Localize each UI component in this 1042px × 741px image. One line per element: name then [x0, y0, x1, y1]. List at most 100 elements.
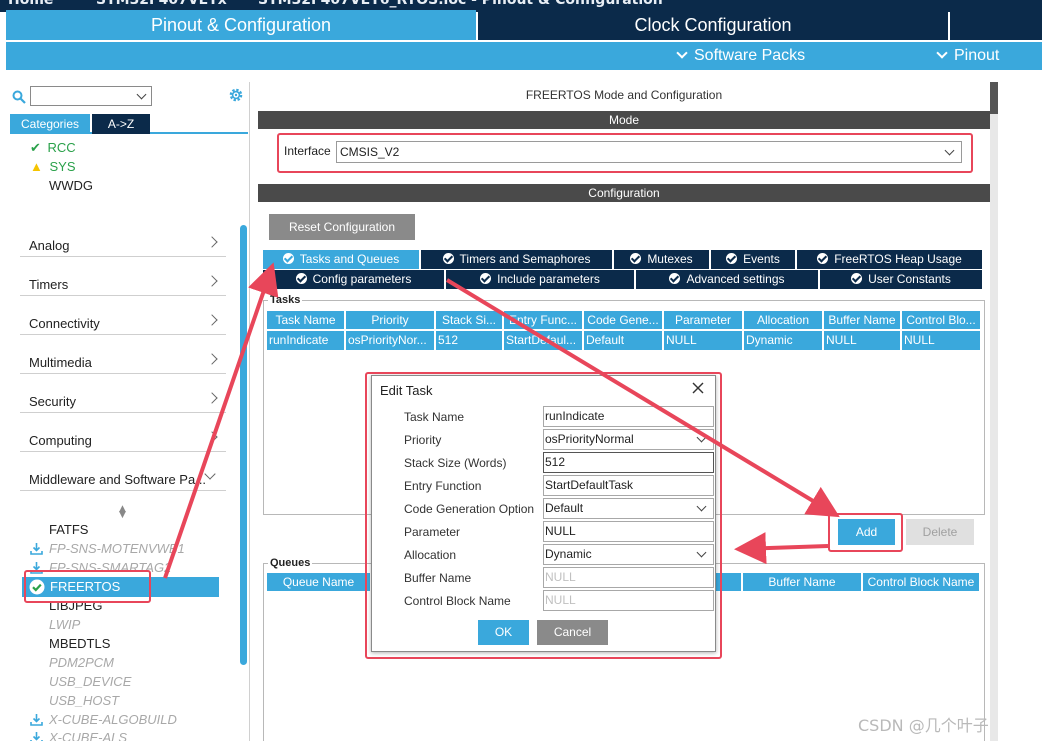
- check-icon: [295, 273, 307, 284]
- column-header[interactable]: Code Gene...: [584, 311, 663, 329]
- table-cell[interactable]: NULL: [902, 331, 981, 350]
- middleware-fatfs[interactable]: FATFS: [49, 522, 88, 537]
- column-header[interactable]: Parameter: [664, 311, 743, 329]
- check-icon: [282, 253, 294, 264]
- tab-freertos-heap-usage[interactable]: FreeRTOS Heap Usage: [797, 250, 983, 269]
- tab-label: Timers and Semaphores: [459, 252, 591, 266]
- check-icon: [851, 273, 863, 284]
- tab-mutexes[interactable]: Mutexes: [614, 250, 710, 269]
- category-security[interactable]: Security: [20, 375, 226, 413]
- column-header[interactable]: Priority: [346, 311, 435, 329]
- tab-include-parameters[interactable]: Include parameters: [446, 270, 635, 289]
- sub-toolbar: Software Packs Pinout: [6, 42, 1042, 70]
- category-analog[interactable]: Analog: [20, 219, 226, 257]
- middleware-pdm2pcm[interactable]: PDM2PCM: [49, 655, 114, 670]
- category-timers[interactable]: Timers: [20, 258, 226, 296]
- category-tabs: Categories A->Z: [10, 114, 248, 134]
- table-cell[interactable]: osPriorityNor...: [346, 331, 435, 350]
- tab-timers-and-semaphores[interactable]: Timers and Semaphores: [421, 250, 613, 269]
- tab-a-to-z[interactable]: A->Z: [92, 114, 150, 134]
- tab-label: Include parameters: [497, 272, 600, 286]
- delete-task-button[interactable]: Delete: [906, 519, 974, 545]
- download-icon: [30, 543, 43, 555]
- tab-advanced-settings[interactable]: Advanced settings: [636, 270, 819, 289]
- check-icon: ✔: [30, 140, 41, 155]
- gear-icon[interactable]: [227, 86, 245, 104]
- column-header[interactable]: Allocation: [744, 311, 823, 329]
- tab-user-constants[interactable]: User Constants: [820, 270, 983, 289]
- search-icon[interactable]: [12, 90, 26, 104]
- middleware-x-cube-als[interactable]: X-CUBE-ALS: [49, 730, 127, 741]
- category-multimedia[interactable]: Multimedia: [20, 336, 226, 374]
- tab-label: Events: [743, 252, 780, 266]
- tree-item-wwdg[interactable]: WWDG: [49, 178, 93, 193]
- tab-clock-configuration[interactable]: Clock Configuration: [478, 10, 948, 40]
- check-icon: [669, 273, 681, 284]
- breadcrumb-project[interactable]: STM32F407VET6_RTOS.ioc - Pinout & Config…: [258, 0, 663, 8]
- tab-config-parameters[interactable]: Config parameters: [263, 270, 445, 289]
- collapse-handle[interactable]: [990, 82, 998, 114]
- table-cell[interactable]: NULL: [664, 331, 743, 350]
- table-cell[interactable]: NULL: [824, 331, 901, 350]
- column-header[interactable]: Control Blo...: [902, 311, 981, 329]
- software-packs-menu[interactable]: Software Packs: [676, 42, 805, 70]
- middleware-x-cube-algobuild[interactable]: X-CUBE-ALGOBUILD: [49, 712, 177, 727]
- check-icon: [817, 253, 829, 264]
- breadcrumb-home[interactable]: Home: [8, 0, 53, 8]
- warning-icon: ▲: [30, 159, 43, 174]
- middleware-usb-host[interactable]: USB_HOST: [49, 693, 119, 708]
- sys-label: SYS: [49, 159, 76, 174]
- chevron-down-icon: [936, 47, 948, 59]
- watermark: CSDN @几个叶子: [858, 716, 989, 735]
- column-header[interactable]: Entry Func...: [504, 311, 583, 329]
- middleware-fp-sns-motenvwb1[interactable]: FP-SNS-MOTENVWB1: [49, 541, 185, 556]
- table-cell[interactable]: StartDefaul...: [504, 331, 583, 350]
- chevron-right-icon: [206, 236, 218, 248]
- sort-icon[interactable]: ▲ ▼: [119, 505, 126, 520]
- chevron-right-icon: [206, 275, 218, 287]
- chevron-right-icon: [206, 314, 218, 326]
- left-scrollbar[interactable]: [240, 225, 247, 665]
- table-cell[interactable]: Default: [584, 331, 663, 350]
- column-header[interactable]: Task Name: [267, 311, 345, 329]
- middleware-usb-device[interactable]: USB_DEVICE: [49, 674, 131, 689]
- tab-categories[interactable]: Categories: [10, 114, 90, 134]
- column-header[interactable]: Queue Name: [267, 573, 371, 591]
- middleware-lwip[interactable]: LWIP: [49, 617, 80, 632]
- tree-item-rcc[interactable]: ✔ RCC: [30, 140, 76, 156]
- chevron-right-icon: [206, 353, 218, 365]
- tab-events[interactable]: Events: [711, 250, 796, 269]
- category-label: Analog: [29, 238, 70, 253]
- queues-legend: Queues: [268, 557, 313, 569]
- search-input[interactable]: [30, 86, 152, 106]
- category-label: Timers: [29, 277, 69, 292]
- category-middleware[interactable]: Middleware and Software Pa...: [20, 453, 226, 491]
- column-header[interactable]: Control Block Name: [863, 573, 980, 591]
- chevron-right-icon: [206, 431, 218, 443]
- category-connectivity[interactable]: Connectivity: [20, 297, 226, 335]
- tab-project-manager[interactable]: [950, 10, 1042, 40]
- tab-label: Tasks and Queues: [299, 252, 400, 266]
- tree-item-sys[interactable]: ▲ SYS: [30, 159, 76, 174]
- column-header[interactable]: Buffer Name: [743, 573, 862, 591]
- middleware-mbedtls[interactable]: MBEDTLS: [49, 636, 110, 651]
- table-cell[interactable]: Dynamic: [744, 331, 823, 350]
- chevron-right-icon: [206, 392, 218, 404]
- pinout-menu[interactable]: Pinout: [936, 42, 999, 70]
- tab-pinout-configuration[interactable]: Pinout & Configuration: [6, 10, 476, 40]
- breadcrumb-device[interactable]: STM32F407VETx: [96, 0, 227, 8]
- right-edge-strip: [990, 82, 998, 741]
- tab-label: User Constants: [868, 272, 951, 286]
- tab-label: Config parameters: [312, 272, 412, 286]
- category-label: Middleware and Software Pa...: [29, 472, 207, 487]
- category-computing[interactable]: Computing: [20, 414, 226, 452]
- tab-label: FreeRTOS Heap Usage: [834, 252, 962, 266]
- column-header[interactable]: Stack Si...: [436, 311, 503, 329]
- table-cell[interactable]: runIndicate: [267, 331, 345, 350]
- reset-configuration-button[interactable]: Reset Configuration: [269, 214, 415, 240]
- tab-tasks-and-queues[interactable]: Tasks and Queues: [263, 250, 420, 269]
- table-cell[interactable]: 512: [436, 331, 503, 350]
- check-icon: [480, 273, 492, 284]
- column-header[interactable]: Buffer Name: [824, 311, 901, 329]
- check-icon: [442, 253, 454, 264]
